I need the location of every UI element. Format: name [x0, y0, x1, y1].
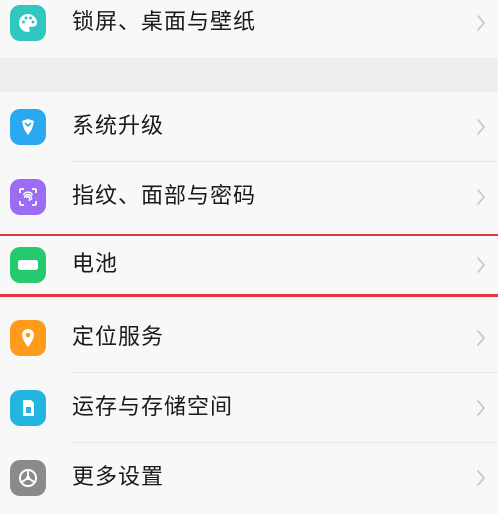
section-gap	[0, 58, 498, 92]
fingerprint-icon	[10, 179, 46, 215]
chevron-right-icon	[477, 257, 485, 273]
settings-item-label: 电池	[72, 252, 119, 277]
settings-item-fingerprint-face-password[interactable]: 指纹、面部与密码	[0, 162, 498, 232]
settings-list: 锁屏、桌面与壁纸 系统升级 指纹、面部与密码 电池 定位服务 运存与存储空间 更…	[0, 0, 498, 514]
settings-item-label: 更多设置	[72, 465, 165, 490]
settings-item-battery[interactable]: 电池	[0, 236, 498, 294]
chevron-right-icon	[477, 189, 485, 205]
settings-item-label: 定位服务	[72, 325, 165, 350]
settings-item-location-services[interactable]: 定位服务	[0, 303, 498, 373]
chevron-right-icon	[477, 470, 485, 486]
palette-icon	[10, 5, 46, 41]
highlight-border-bottom	[0, 294, 498, 297]
chevron-right-icon	[477, 119, 485, 135]
battery-icon	[10, 247, 46, 283]
storage-icon	[10, 390, 46, 426]
chevron-right-icon	[477, 15, 485, 31]
settings-item-system-update[interactable]: 系统升级	[0, 92, 498, 162]
more-settings-icon	[10, 460, 46, 496]
settings-item-more-settings[interactable]: 更多设置	[0, 443, 498, 513]
settings-item-label: 系统升级	[72, 114, 165, 139]
settings-item-memory-storage[interactable]: 运存与存储空间	[0, 373, 498, 443]
location-pin-icon	[10, 320, 46, 356]
settings-item-label: 运存与存储空间	[72, 395, 234, 420]
settings-item-label: 指纹、面部与密码	[72, 184, 257, 209]
chevron-right-icon	[477, 330, 485, 346]
chevron-right-icon	[477, 400, 485, 416]
settings-item-label: 锁屏、桌面与壁纸	[72, 10, 257, 35]
update-icon	[10, 109, 46, 145]
settings-item-lockscreen-wallpaper[interactable]: 锁屏、桌面与壁纸	[0, 0, 498, 58]
